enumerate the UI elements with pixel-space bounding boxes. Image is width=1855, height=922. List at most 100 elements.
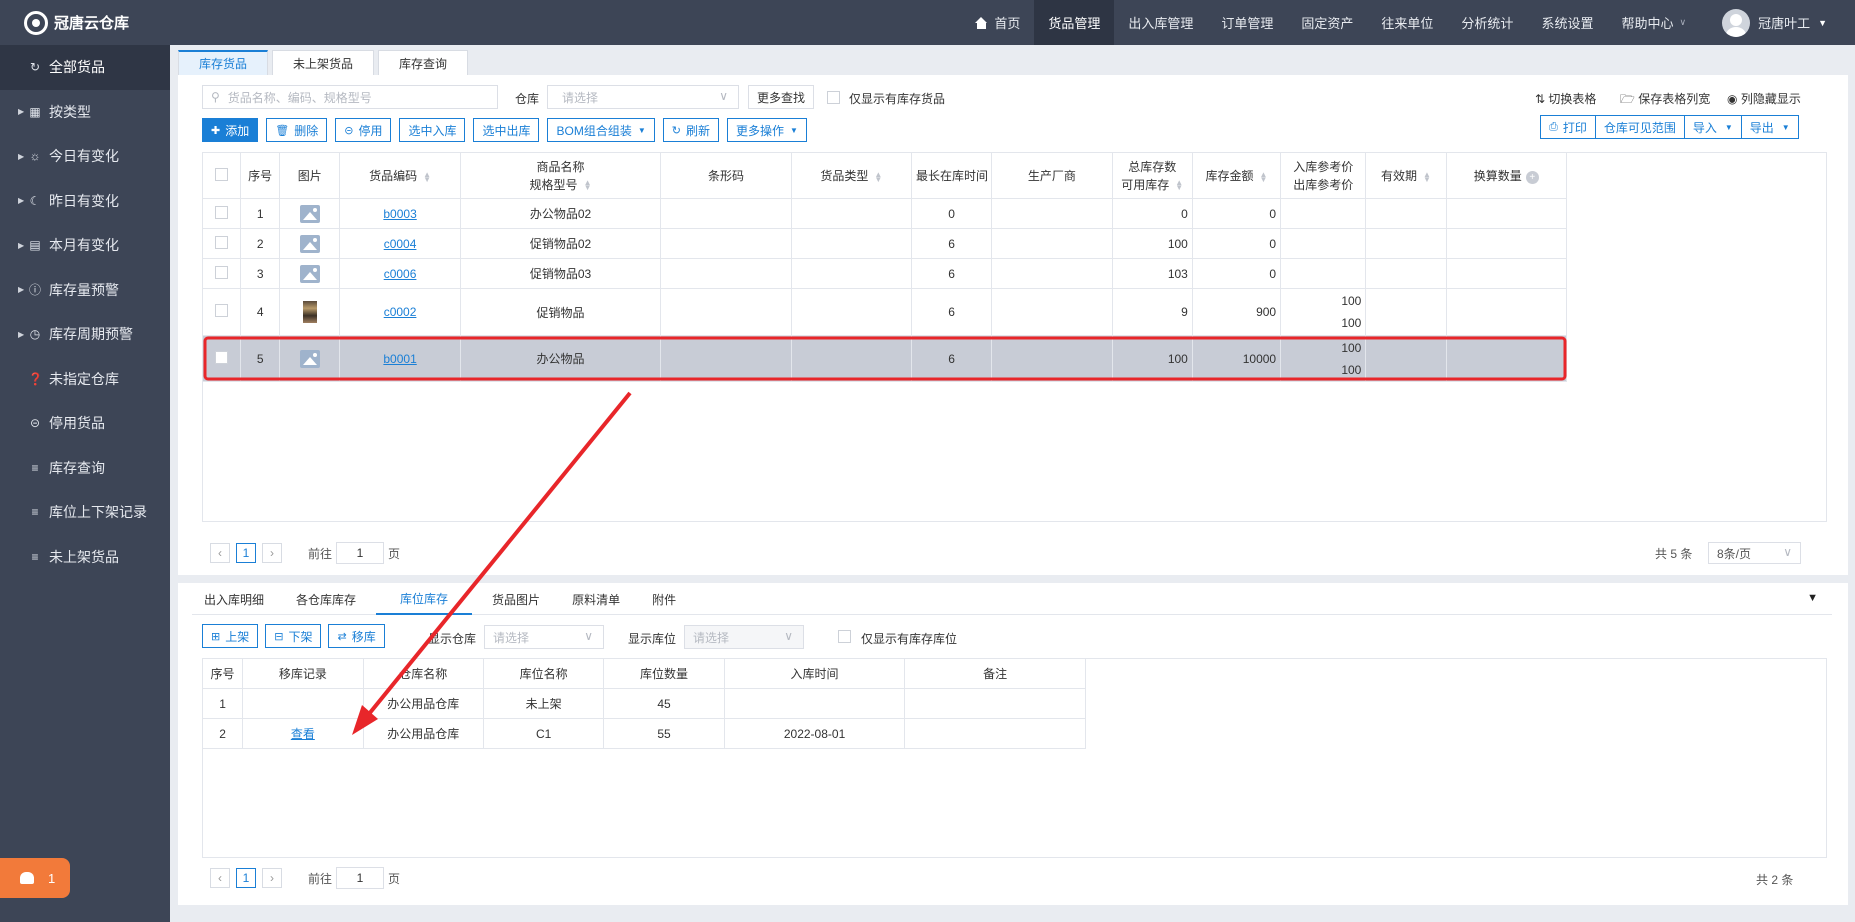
- nav-partners[interactable]: 往来单位: [1367, 0, 1447, 45]
- row-checkbox[interactable]: [215, 235, 229, 249]
- unshelve-button[interactable]: ⊟ 下架: [265, 624, 322, 648]
- only-location-checkbox[interactable]: [838, 630, 851, 643]
- sidebar-item-unshelved-goods[interactable]: ≡ 未上架货品: [0, 535, 170, 580]
- goods-code-link[interactable]: b0001: [383, 352, 416, 366]
- notification-button[interactable]: 1: [0, 858, 70, 898]
- col-code[interactable]: 货品编码 ▲ ▼: [339, 152, 461, 199]
- sidebar-item-today-changes[interactable]: ▶ ☼ 今日有变化: [0, 134, 170, 179]
- sort-icon[interactable]: ▲ ▼: [1175, 179, 1183, 192]
- disable-button[interactable]: ⊝ 停用: [335, 118, 392, 142]
- prev-page-button[interactable]: ‹: [210, 543, 230, 563]
- row-check-cell[interactable]: [201, 198, 242, 229]
- nav-analytics[interactable]: 分析统计: [1447, 0, 1527, 45]
- sidebar-item-disabled-goods[interactable]: ⊝ 停用货品: [0, 401, 170, 446]
- nav-assets[interactable]: 固定资产: [1287, 0, 1367, 45]
- more-search-button[interactable]: 更多查找: [748, 85, 815, 109]
- table-row[interactable]: 1 办公用品仓库 未上架 45: [201, 688, 1086, 719]
- warehouse-scope-button[interactable]: 仓库可见范围: [1594, 115, 1685, 139]
- sort-icon[interactable]: ▲ ▼: [874, 170, 882, 183]
- cell-code[interactable]: c0006: [339, 258, 461, 289]
- tab-warehouse-stock[interactable]: 各仓库库存: [284, 583, 368, 615]
- nav-home[interactable]: 首页: [961, 0, 1034, 45]
- row-check-cell[interactable]: [201, 335, 242, 382]
- sort-icon[interactable]: ▲ ▼: [1260, 170, 1268, 183]
- goods-code-link[interactable]: c0002: [384, 305, 417, 319]
- tab-stock-goods[interactable]: 库存货品: [178, 50, 269, 75]
- table-row[interactable]: 3 c0006 促销物品03 6 103 0: [201, 258, 1568, 289]
- tab-attachments[interactable]: 附件: [640, 583, 688, 615]
- goods-code-link[interactable]: c0004: [384, 237, 417, 251]
- tab-goods-images[interactable]: 货品图片: [480, 583, 552, 615]
- app-logo[interactable]: 冠唐云仓库: [0, 0, 170, 45]
- row-check-cell[interactable]: [201, 288, 242, 336]
- bom-assembly-button[interactable]: BOM组合组装 ▼: [547, 118, 655, 142]
- nav-inout[interactable]: 出入库管理: [1114, 0, 1207, 45]
- next-page-button[interactable]: ›: [262, 543, 282, 563]
- sidebar-item-by-type[interactable]: ▶ ▦ 按类型: [0, 90, 170, 135]
- sort-icon[interactable]: ▲ ▼: [1423, 170, 1431, 183]
- export-button[interactable]: 导出 ▼: [1740, 115, 1799, 139]
- cell-move-record[interactable]: 查看: [242, 718, 364, 749]
- show-location-select[interactable]: 请选择 ∨: [684, 625, 804, 649]
- show-warehouse-select[interactable]: 请选择 ∨: [484, 625, 604, 649]
- goto-page-input[interactable]: 1: [336, 542, 385, 564]
- col-name[interactable]: 商品名称 规格型号 ▲ ▼: [459, 152, 662, 199]
- sidebar-item-all-goods[interactable]: ↻ 全部货品: [0, 45, 170, 90]
- collapse-caret-icon[interactable]: ▼: [1807, 592, 1818, 604]
- tab-materials[interactable]: 原料清单: [560, 583, 632, 615]
- import-button[interactable]: 导入 ▼: [1683, 115, 1742, 139]
- col-expiry[interactable]: 有效期 ▲ ▼: [1365, 152, 1447, 199]
- sidebar-item-no-warehouse[interactable]: ❓ 未指定仓库: [0, 357, 170, 402]
- row-check-cell[interactable]: [201, 258, 242, 289]
- col-amount[interactable]: 库存金额 ▲ ▼: [1191, 152, 1282, 199]
- goto-page-input[interactable]: 1: [336, 867, 385, 889]
- sidebar-item-cycle-alert[interactable]: ▶ ◷ 库存周期预警: [0, 312, 170, 357]
- refresh-button[interactable]: ↻ 刷新: [662, 118, 719, 142]
- cell-code[interactable]: c0004: [339, 228, 461, 259]
- page-number[interactable]: 1: [236, 868, 256, 888]
- sidebar-item-stock-query[interactable]: ≡ 库存查询: [0, 446, 170, 491]
- col-total-stock[interactable]: 总库存数 可用库存 ▲ ▼: [1111, 152, 1193, 199]
- row-check-cell[interactable]: [201, 228, 242, 259]
- shelve-button[interactable]: ⊞ 上架: [202, 624, 259, 648]
- hide-columns-button[interactable]: ◉ 列隐藏显示: [1727, 90, 1801, 107]
- sidebar-item-shelf-records[interactable]: ≡ 库位上下架记录: [0, 490, 170, 535]
- cell-code[interactable]: c0002: [339, 288, 461, 336]
- view-move-record-link[interactable]: 查看: [291, 727, 315, 741]
- tab-unshelved-goods[interactable]: 未上架货品: [272, 50, 375, 75]
- table-row[interactable]: 4 c0002 促销物品 6 9 900 100 100: [201, 288, 1568, 336]
- nav-goods[interactable]: 货品管理: [1034, 0, 1115, 45]
- warehouse-select[interactable]: 请选择 ∨: [547, 85, 739, 109]
- user-menu[interactable]: 冠唐叶工 ▼: [1700, 0, 1855, 45]
- info-icon[interactable]: +: [1525, 171, 1539, 184]
- tab-location-stock[interactable]: 库位库存: [376, 583, 473, 615]
- table-row[interactable]: 2 c0004 促销物品02 6 100 0: [201, 228, 1568, 259]
- cell-code[interactable]: b0001: [339, 335, 461, 382]
- tab-inout-detail[interactable]: 出入库明细: [192, 583, 276, 615]
- nav-help[interactable]: 帮助中心 ∨: [1607, 0, 1700, 45]
- sidebar-item-month-changes[interactable]: ▶ ▤ 本月有变化: [0, 223, 170, 268]
- sidebar-item-stock-alert[interactable]: ▶ ⓘ 库存量预警: [0, 268, 170, 313]
- selected-outbound-button[interactable]: 选中出库: [473, 118, 540, 142]
- switch-table-button[interactable]: ⇅ 切换表格: [1535, 90, 1596, 107]
- page-number[interactable]: 1: [236, 543, 256, 563]
- nav-orders[interactable]: 订单管理: [1207, 0, 1287, 45]
- next-page-button[interactable]: ›: [262, 868, 282, 888]
- add-button[interactable]: ✚ 添加: [202, 118, 259, 142]
- selected-inbound-button[interactable]: 选中入库: [399, 118, 466, 142]
- tab-stock-query[interactable]: 库存查询: [378, 50, 469, 75]
- more-actions-button[interactable]: 更多操作 ▼: [726, 118, 807, 142]
- move-location-button[interactable]: ⇄ 移库: [328, 624, 385, 648]
- row-checkbox[interactable]: [215, 304, 229, 317]
- sort-icon[interactable]: ▲ ▼: [584, 179, 592, 192]
- table-row[interactable]: 1 b0003 办公物品02 0 0 0: [201, 198, 1568, 229]
- sort-icon[interactable]: ▲ ▼: [423, 170, 431, 183]
- col-type[interactable]: 货品类型 ▲ ▼: [790, 152, 913, 199]
- row-checkbox[interactable]: [215, 205, 229, 219]
- save-column-width-button[interactable]: 🗁 保存表格列宽: [1620, 90, 1710, 111]
- search-input[interactable]: ⚲ 货品名称、编码、规格型号: [202, 85, 498, 109]
- product-thumbnail[interactable]: [302, 301, 317, 323]
- sidebar-item-yesterday-changes[interactable]: ▶ ☾ 昨日有变化: [0, 179, 170, 224]
- row-checkbox[interactable]: [215, 350, 229, 364]
- table-row[interactable]: 2 查看 办公用品仓库 C1 55 2022-08-01: [201, 718, 1086, 749]
